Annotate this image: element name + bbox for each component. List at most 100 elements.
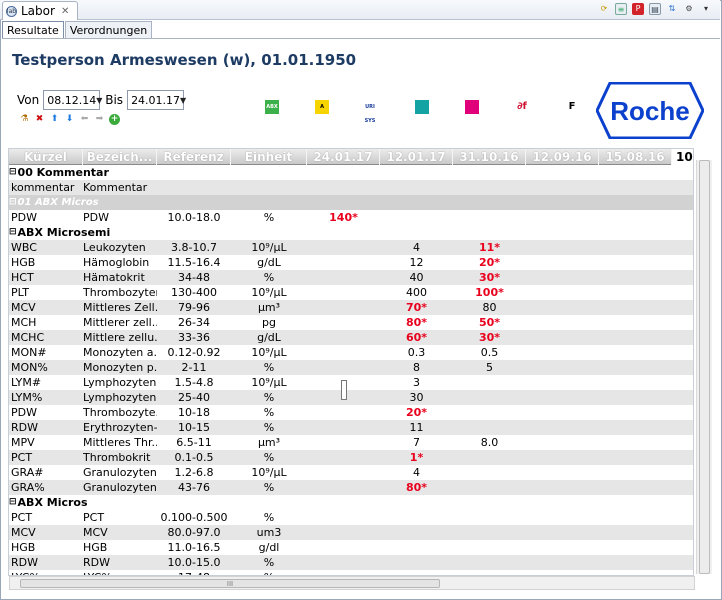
roche-logo: Roche [596,82,704,139]
cell-value: 7 [413,436,420,449]
cell-kuerzel: PCT [11,451,33,464]
table-row[interactable]: GRA# Granulozyten... 1.2-6.8 10⁹/µL 4 [9,465,693,480]
table-row[interactable]: MPV Mittleres Thr... 6.5-11 µm³ 7 8.0 [9,435,693,450]
analyzer-teal-icon[interactable] [415,100,429,114]
vertical-scrollbar[interactable] [696,160,712,574]
table-row[interactable]: PLT Thrombozyten 130-400 10⁹/µL 400 100* [9,285,693,300]
col-einheit[interactable]: Einheit [231,149,307,165]
sync-icon[interactable]: ⟳ [598,3,610,15]
from-date-picker[interactable]: 08.12.14 ▼ [43,90,102,110]
table-row[interactable]: LYM# Lymphozyten... 1.5-4.8 10⁹/µL 3 [9,375,693,390]
to-label: Bis [105,93,124,107]
cell-value [307,405,380,420]
table-row[interactable]: PDW Thrombozyte... 10-18% 20* [9,405,693,420]
table-row[interactable]: PCT PCT 0.100-0.500% [9,510,693,525]
cell-value [526,405,599,420]
table-row[interactable]: RDW RDW 10.0-15.0% [9,555,693,570]
column-splitter-handle[interactable] [341,380,347,400]
col-referenz[interactable]: Referenz [157,149,231,165]
tab-resultate[interactable]: Resultate [2,21,64,39]
cell-kuerzel: PDW [11,406,37,419]
tab-verordnungen[interactable]: Verordnungen [64,21,153,39]
view-tab-labor[interactable]: lab Labor ✕ [2,1,78,20]
table-row[interactable]: MON# Monozyten a... 0.12-0.92 10⁹/µL 0.3 0.5 [9,345,693,360]
subgroup-row[interactable]: ⊟ 01 ABX Micros [9,195,693,210]
table-row[interactable]: MCH Mittlerer zell... 26-34 pg 80* 50* [9,315,693,330]
table-row[interactable]: MON% Monozyten p... 2-11% 8 5 [9,360,693,375]
gear-icon[interactable]: ⚙ [683,3,695,15]
cell-value [453,450,526,465]
col-date-5[interactable]: 15.08.16 [599,149,672,165]
print-icon[interactable]: ▤ [649,3,661,15]
group-row[interactable]: ⊟ ABX Microsemi [9,225,693,240]
cell-kuerzel: LYM# [11,376,42,389]
arrow-up-icon[interactable]: ⬆ [49,114,60,125]
analyzer-magenta-icon[interactable] [465,100,479,114]
analyzer-f-icon[interactable]: F [565,100,579,114]
cell-referenz: 6.5-11 [176,436,212,449]
add-icon[interactable]: + [109,114,120,125]
collapse-icon[interactable]: ⊟ [9,195,17,210]
cell-value [307,345,380,360]
cell-referenz: 11.5-16.4 [167,256,221,269]
table-row[interactable]: MCV MCV 80.0-97.0 um3 [9,525,693,540]
vertical-scroll-thumb[interactable] [699,160,710,574]
col-kuerzel[interactable]: Kürzel [9,149,83,165]
collapse-icon[interactable]: ⊟ [9,225,17,240]
horizontal-scrollbar[interactable]: III [9,576,695,590]
group-row[interactable]: ⊟ 00 Kommentar [9,165,693,180]
cell-bezeichnung: Granulozyten... [83,481,157,494]
table-row[interactable]: kommentar Kommentar [9,180,693,195]
cell-kuerzel: RDW [11,556,38,569]
close-icon[interactable]: ✕ [61,6,69,17]
group-row[interactable]: ⊟ ABX Micros [9,495,693,510]
flask-icon[interactable]: ⚗ [19,114,30,125]
urisys-icon[interactable]: URI SYS [363,100,377,124]
arrow-right-icon[interactable]: ➡ [94,114,105,125]
table-row[interactable]: WBC Leukozyten 3.8-10.7 10⁹/µL 4 11* [9,240,693,255]
cell-value: 3 [413,376,420,389]
table-row[interactable]: MCHC Mittlere zellu... 33-36 g/dL 60* 30* [9,330,693,345]
analyzer-script-icon[interactable]: ∂f [515,100,529,114]
table-row[interactable]: PDW PDW 10.0-18.0% 140* [9,210,693,225]
horizontal-scroll-thumb[interactable]: III [20,579,440,588]
analyzer-1-icon[interactable] [210,100,224,114]
cell-value [526,180,599,195]
cell-value: 140* [329,211,358,224]
table-row[interactable]: RDW Erythrozyten-... 10-15% 11 [9,420,693,435]
cell-value [526,375,599,390]
col-date-6[interactable]: 10 [672,149,693,165]
cell-einheit: pg [262,316,276,329]
cell-value [526,555,599,570]
cell-value [526,465,599,480]
table-row[interactable]: GRA% Granulozyten... 43-76% 80* [9,480,693,495]
col-date-1[interactable]: 24.01.17 [307,149,380,165]
table-row[interactable]: HCT Hämatokrit 34-48% 40 30* [9,270,693,285]
cell-einheit: 10⁹/µL [251,286,287,299]
collapse-icon[interactable]: ⊟ [9,495,17,510]
cell-value [453,180,526,195]
collapse-icon[interactable]: ⊟ [9,165,17,180]
cell-value [307,555,380,570]
col-date-4[interactable]: 12.09.16 [526,149,599,165]
to-date-picker[interactable]: 24.01.17 ▼ [127,90,186,110]
table-row[interactable]: HGB Hämoglobin 11.5-16.4 g/dL 12 20* [9,255,693,270]
col-date-2[interactable]: 12.01.17 [380,149,453,165]
arrows-icon[interactable]: ⇅ [666,3,678,15]
analyzer-a-icon[interactable]: A [315,100,329,114]
table-row[interactable]: HGB HGB 11.0-16.5 g/dl [9,540,693,555]
cell-bezeichnung: Hämoglobin [83,256,150,269]
col-bezeichnung[interactable]: Bezeich... [83,149,157,165]
list-icon[interactable]: ≡ [615,3,627,15]
col-date-3[interactable]: 31.10.16 [453,149,526,165]
cell-referenz: 79-96 [178,301,210,314]
table-row[interactable]: PCT Thrombokrit 0.1-0.5% 1* [9,450,693,465]
abx-icon[interactable]: ABX [265,100,279,114]
pdf-icon[interactable]: P [632,3,644,15]
table-row[interactable]: LYM% Lymphozyten... 25-40% 30 [9,390,693,405]
arrow-left-icon[interactable]: ⬅ [79,114,90,125]
arrow-down-icon[interactable]: ⬇ [64,114,75,125]
view-menu-icon[interactable]: ▾ [700,3,712,15]
delete-icon[interactable]: ✖ [34,114,45,125]
table-row[interactable]: MCV Mittleres Zell... 79-96 µm³ 70* 80 [9,300,693,315]
